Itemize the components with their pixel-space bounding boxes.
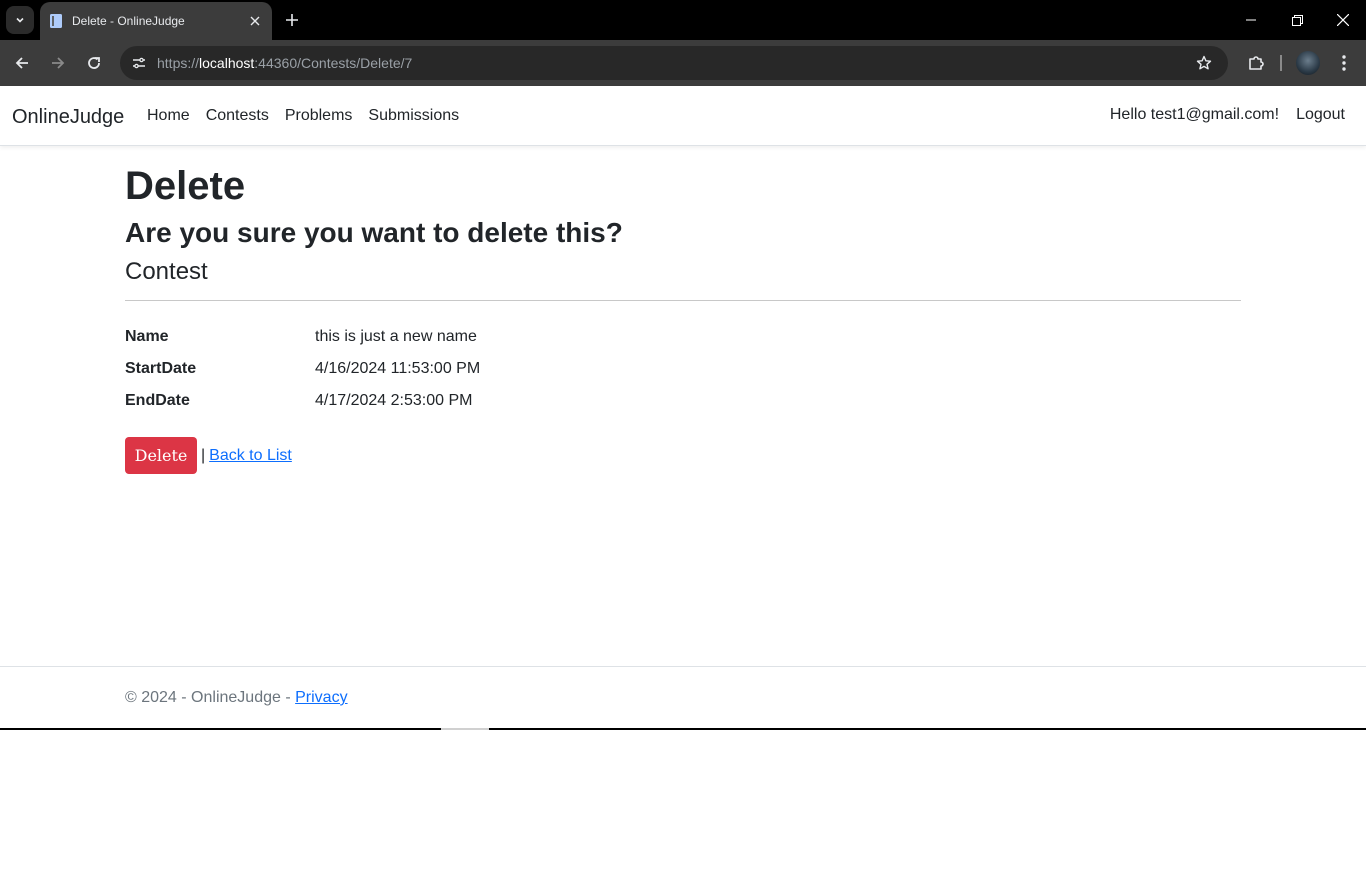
arrow-left-icon xyxy=(15,57,28,69)
page-viewport: OnlineJudge Home Contests Problems Submi… xyxy=(0,86,1366,729)
footer-text: © 2024 - OnlineJudge - Privacy xyxy=(125,689,348,707)
logout-button[interactable]: Logout xyxy=(1296,106,1345,124)
nav-link-contests[interactable]: Contests xyxy=(206,107,269,125)
delete-button[interactable]: Delete xyxy=(125,437,197,475)
url-host: localhost xyxy=(199,55,255,71)
browser-menu-button[interactable] xyxy=(1330,49,1358,77)
tab-search-button[interactable] xyxy=(6,6,34,34)
divider xyxy=(125,300,1241,302)
plus-icon xyxy=(286,14,298,26)
action-separator: | xyxy=(201,446,206,464)
nav-link-problems[interactable]: Problems xyxy=(285,107,353,125)
profile-avatar[interactable] xyxy=(1296,51,1320,75)
restore-icon xyxy=(1291,14,1303,26)
entity-heading: Contest xyxy=(125,257,208,285)
more-vertical-icon xyxy=(1342,55,1346,71)
url-text: https://localhost:44360/Contests/Delete/… xyxy=(157,55,412,71)
site-footer: © 2024 - OnlineJudge - Privacy xyxy=(0,666,1366,729)
copyright-text: © 2024 - OnlineJudge - xyxy=(125,689,291,706)
privacy-link[interactable]: Privacy xyxy=(295,689,347,706)
minimize-icon xyxy=(1246,19,1256,21)
detail-value: 4/17/2024 2:53:00 PM xyxy=(315,392,473,410)
extensions-button[interactable] xyxy=(1242,49,1270,77)
tab-close-button[interactable] xyxy=(246,12,264,30)
address-bar[interactable]: https://localhost:44360/Contests/Delete/… xyxy=(120,46,1228,80)
url-path: :44360/Contests/Delete/7 xyxy=(254,55,413,71)
site-brand-link[interactable]: OnlineJudge xyxy=(12,106,124,129)
forward-button[interactable] xyxy=(44,49,72,77)
site-info-button[interactable] xyxy=(126,50,152,76)
detail-label: EndDate xyxy=(125,392,190,410)
nav-link-home[interactable]: Home xyxy=(147,107,190,125)
new-tab-button[interactable] xyxy=(280,8,304,32)
tab-title: Delete - OnlineJudge xyxy=(72,14,185,28)
browser-tab-bar: Delete - OnlineJudge xyxy=(0,0,1366,40)
browser-tab-active[interactable]: Delete - OnlineJudge xyxy=(40,2,272,40)
url-scheme: https:// xyxy=(157,55,200,71)
form-actions: Delete | Back to List xyxy=(125,437,1241,475)
chevron-down-icon xyxy=(16,17,24,23)
window-bottom-edge xyxy=(0,728,1366,730)
tune-icon xyxy=(133,57,145,69)
toolbar-separator xyxy=(1280,55,1282,71)
detail-row-enddate: EndDate 4/17/2024 2:53:00 PM xyxy=(125,385,1241,417)
minimize-button[interactable] xyxy=(1228,0,1274,40)
bookmark-button[interactable] xyxy=(1192,51,1216,75)
scroll-indicator xyxy=(441,728,489,730)
arrow-right-icon xyxy=(52,57,65,69)
star-icon xyxy=(1196,55,1212,70)
nav-user-area: Hello test1@gmail.com! Logout xyxy=(1110,106,1345,124)
page-title: Delete xyxy=(125,164,246,208)
back-to-list-link[interactable]: Back to List xyxy=(209,447,292,465)
detail-row-startdate: StartDate 4/16/2024 11:53:00 PM xyxy=(125,353,1241,385)
document-icon xyxy=(50,14,62,28)
detail-row-name: Name this is just a new name xyxy=(125,321,1241,353)
detail-value: 4/16/2024 11:53:00 PM xyxy=(315,360,481,378)
nav-link-submissions[interactable]: Submissions xyxy=(368,107,459,125)
user-greeting-link[interactable]: Hello test1@gmail.com! xyxy=(1110,106,1279,124)
close-icon xyxy=(1337,14,1349,26)
back-button[interactable] xyxy=(8,49,36,77)
browser-toolbar: https://localhost:44360/Contests/Delete/… xyxy=(0,40,1366,86)
close-window-button[interactable] xyxy=(1320,0,1366,40)
detail-label: Name xyxy=(125,328,169,346)
main-content: Delete Are you sure you want to delete t… xyxy=(125,162,1241,475)
detail-label: StartDate xyxy=(125,360,197,378)
puzzle-icon xyxy=(1249,56,1264,70)
confirm-question: Are you sure you want to delete this? xyxy=(125,217,623,248)
close-icon xyxy=(250,16,260,26)
reload-button[interactable] xyxy=(80,49,108,77)
reload-icon xyxy=(88,57,100,69)
details-list: Name this is just a new name StartDate 4… xyxy=(125,321,1241,417)
restore-button[interactable] xyxy=(1274,0,1320,40)
site-navbar: OnlineJudge Home Contests Problems Submi… xyxy=(0,86,1366,146)
nav-links: Home Contests Problems Submissions xyxy=(147,107,475,125)
detail-value: this is just a new name xyxy=(315,328,477,346)
